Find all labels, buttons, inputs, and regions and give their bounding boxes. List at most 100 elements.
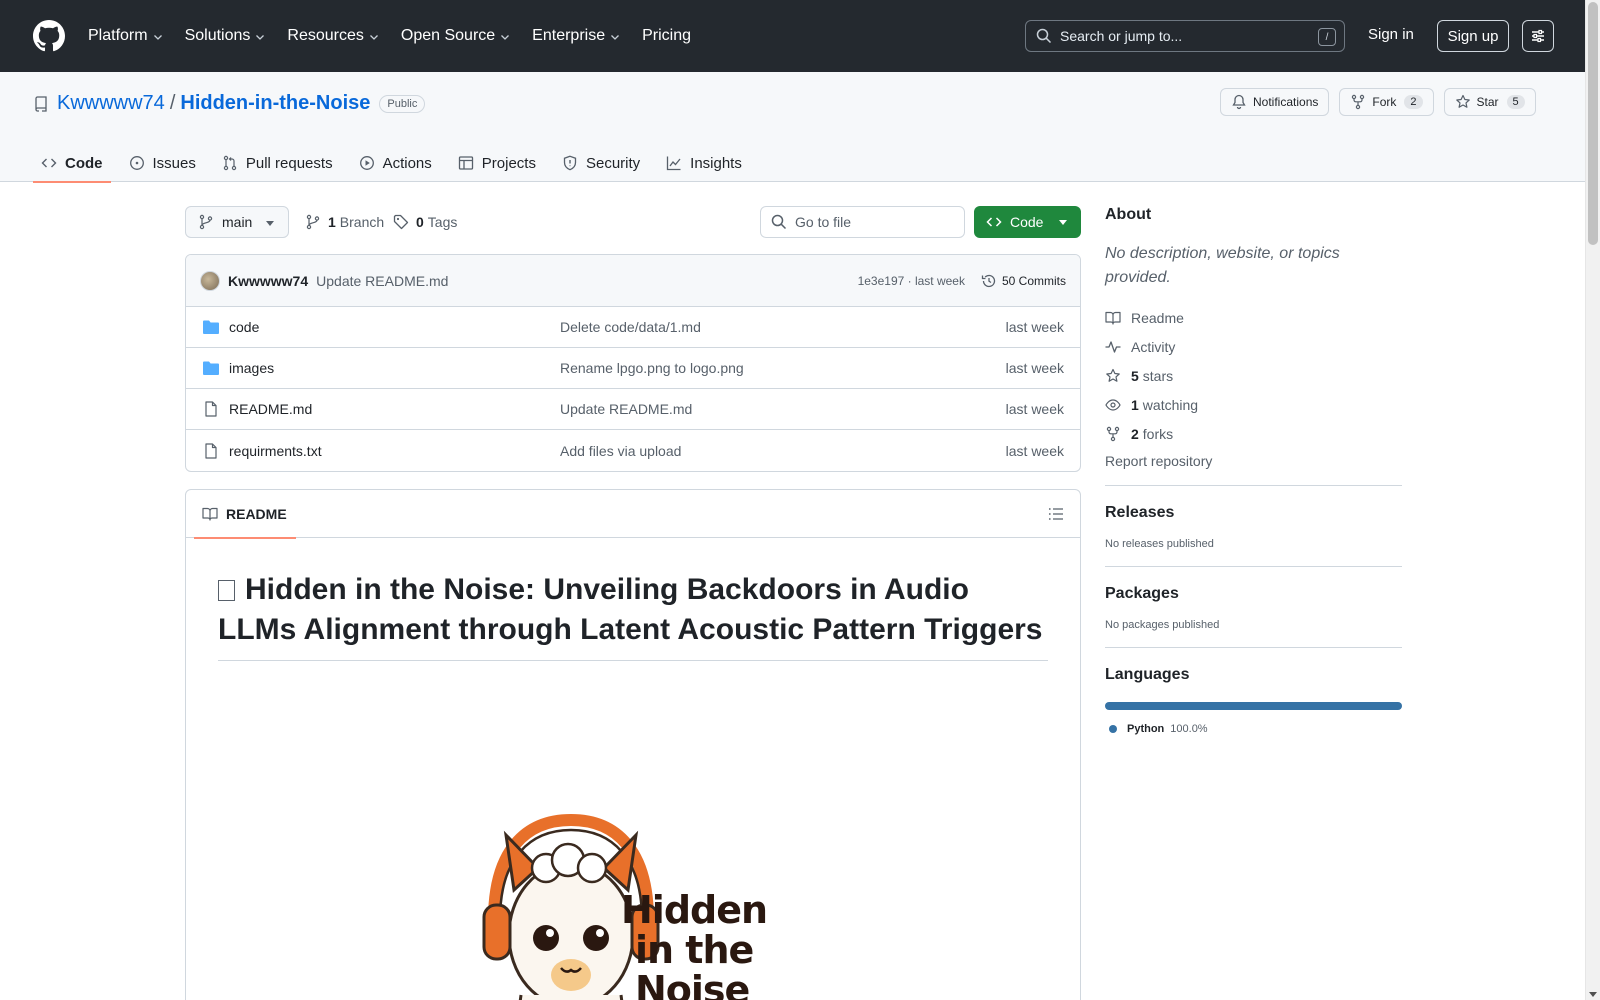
file-row[interactable]: code Delete code/data/1.md last week	[186, 307, 1080, 348]
chevron-down-icon	[501, 35, 510, 40]
readme-logo-image: Hidden in the Noise	[476, 780, 786, 1000]
tab-projects[interactable]: Projects	[450, 144, 544, 182]
commit-author-link[interactable]: Kwwwww74	[228, 273, 308, 289]
outline-list-icon[interactable]	[1048, 506, 1064, 522]
caret-down-icon	[266, 221, 274, 226]
issue-icon	[129, 156, 144, 170]
avatar[interactable]	[200, 270, 220, 291]
file-commit-message[interactable]: Update README.md	[560, 401, 692, 417]
sign-up-button[interactable]: Sign up	[1437, 20, 1509, 52]
readme-heading: Hidden in the Noise: Unveiling Backdoors…	[218, 570, 1048, 661]
tags-link[interactable]: 0 Tags	[393, 214, 457, 230]
commits-link[interactable]: 50 Commits	[981, 273, 1066, 289]
code-icon	[986, 217, 1002, 227]
language-item[interactable]: Python 100.0%	[1105, 723, 1402, 735]
folder-icon	[203, 361, 219, 375]
file-name-link[interactable]: images	[229, 360, 274, 376]
tab-pull-requests[interactable]: Pull requests	[214, 144, 341, 182]
fork-button[interactable]: Fork 2	[1339, 88, 1434, 116]
chevron-down-icon	[369, 35, 378, 40]
repo-actions: Notifications Fork 2 Star 5	[1210, 88, 1536, 116]
notifications-button[interactable]: Notifications	[1220, 88, 1330, 116]
chevron-down-icon	[611, 35, 620, 40]
main-content: main 1 Branch 0 Tags Go to file Code Kww…	[185, 206, 1081, 1000]
packages-title[interactable]: Packages	[1105, 585, 1402, 603]
file-commit-date: last week	[1005, 319, 1064, 335]
repo-name-link[interactable]: Hidden-in-the-Noise	[180, 92, 370, 115]
logo-wordmark: Hidden in the Noise	[621, 890, 768, 1000]
book-icon	[1105, 311, 1121, 325]
nav-platform[interactable]: Platform	[88, 27, 163, 45]
bell-icon	[1232, 94, 1246, 110]
forks-link[interactable]: 2 forks	[1105, 419, 1402, 448]
file-browser: Kwwwww74 Update README.md 1e3e197 · last…	[185, 254, 1081, 472]
readme-tab[interactable]: README	[194, 490, 296, 539]
branch-count: 1	[328, 214, 336, 230]
file-name-link[interactable]: README.md	[229, 401, 312, 417]
report-repository-link[interactable]: Report repository	[1105, 453, 1402, 469]
commit-message-link[interactable]: Update README.md	[316, 273, 448, 289]
nav-solutions[interactable]: Solutions	[185, 27, 266, 45]
tab-actions[interactable]: Actions	[351, 144, 440, 182]
tag-icon	[393, 214, 409, 230]
nav-open-source[interactable]: Open Source	[401, 27, 510, 45]
activity-link[interactable]: Activity	[1105, 332, 1402, 361]
nav-label: Enterprise	[532, 27, 606, 44]
global-header: Platform Solutions Resources Open Source…	[0, 0, 1585, 72]
stars-link[interactable]: 5 stars	[1105, 361, 1402, 390]
branch-icon	[306, 214, 320, 230]
tag-count: 0	[416, 214, 424, 230]
code-dropdown-button[interactable]: Code	[974, 206, 1081, 238]
branches-link[interactable]: 1 Branch	[305, 214, 384, 230]
language-percent: 100.0%	[1170, 723, 1208, 735]
nav-resources[interactable]: Resources	[287, 27, 378, 45]
tab-issues[interactable]: Issues	[121, 144, 204, 182]
settings-menu-button[interactable]	[1522, 20, 1554, 52]
repo-owner-link[interactable]: Kwwwww74	[57, 92, 165, 115]
scroll-down-arrow-icon[interactable]	[1589, 992, 1597, 997]
sliders-icon	[1532, 29, 1544, 43]
language-bar	[1105, 702, 1402, 710]
file-row[interactable]: images Rename lpgo.png to logo.png last …	[186, 348, 1080, 389]
file-row[interactable]: README.md Update README.md last week	[186, 389, 1080, 430]
latest-commit: Kwwwww74 Update README.md 1e3e197 · last…	[186, 255, 1080, 307]
sign-in-link[interactable]: Sign in	[1368, 26, 1414, 43]
about-title: About	[1105, 206, 1152, 223]
stars-count: 5	[1131, 367, 1139, 384]
tab-label: Security	[585, 154, 641, 172]
commit-hash-time[interactable]: 1e3e197 · last week	[858, 274, 965, 288]
nav-enterprise[interactable]: Enterprise	[532, 27, 620, 45]
global-search-input[interactable]: Search or jump to... /	[1025, 20, 1345, 52]
tab-insights[interactable]: Insights	[658, 144, 750, 182]
file-name-link[interactable]: code	[229, 319, 259, 335]
star-button[interactable]: Star 5	[1443, 88, 1536, 116]
packages-empty-text: No packages published	[1105, 619, 1220, 631]
page-scrollbar[interactable]	[1585, 0, 1600, 1000]
global-nav: Platform Solutions Resources Open Source…	[88, 0, 713, 72]
scrollbar-thumb[interactable]	[1588, 2, 1598, 245]
code-button-label: Code	[1010, 214, 1044, 230]
readme-link[interactable]: Readme	[1105, 303, 1402, 332]
pull-request-icon	[223, 155, 237, 171]
watchers-link[interactable]: 1 watching	[1105, 390, 1402, 419]
file-commit-message[interactable]: Delete code/data/1.md	[560, 319, 701, 335]
languages-section: Languages Python 100.0%	[1105, 647, 1402, 735]
releases-title[interactable]: Releases	[1105, 504, 1402, 522]
language-name: Python	[1127, 723, 1165, 735]
go-to-file-input[interactable]: Go to file	[760, 206, 965, 238]
file-commit-message[interactable]: Add files via upload	[560, 443, 681, 459]
tab-security[interactable]: Security	[554, 144, 648, 182]
file-name-link[interactable]: requirments.txt	[229, 443, 322, 459]
tab-code[interactable]: Code	[33, 144, 111, 183]
go-to-file-placeholder: Go to file	[795, 214, 852, 230]
shield-icon	[563, 155, 577, 171]
search-icon	[1036, 28, 1052, 44]
file-commit-message[interactable]: Rename lpgo.png to logo.png	[560, 360, 744, 376]
file-commit-date: last week	[1005, 442, 1064, 459]
branch-select-button[interactable]: main	[185, 206, 289, 238]
nav-pricing[interactable]: Pricing	[642, 27, 691, 45]
watchers-count: 1	[1131, 396, 1139, 413]
file-row[interactable]: requirments.txt Add files via upload las…	[186, 430, 1080, 471]
github-logo-icon[interactable]	[33, 20, 65, 52]
star-count: 5	[1506, 95, 1525, 109]
